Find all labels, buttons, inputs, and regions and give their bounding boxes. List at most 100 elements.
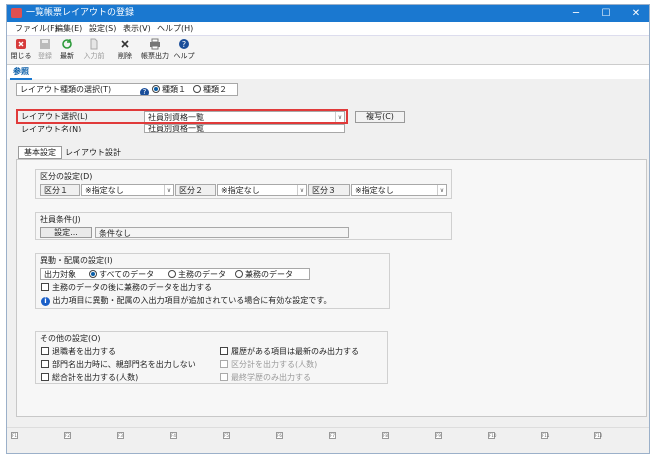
- help-icon: ?: [179, 39, 189, 49]
- report-output-tool-label: 帳票出力: [141, 52, 169, 60]
- checkbox-icon: [41, 360, 49, 368]
- f10-key[interactable]: F10: [488, 432, 496, 439]
- checkbox-disabled-icon: [220, 360, 228, 368]
- save-icon: [40, 39, 50, 49]
- tab-strip: 参照: [7, 65, 649, 80]
- settings-panel: 区分の設定(D) 区分１ ※指定なし ∨ 区分２ ※指定なし ∨ 区分３ ※指定なし…: [16, 159, 647, 417]
- menu-file[interactable]: ファイル(F): [15, 24, 58, 34]
- delete-tool-button[interactable]: 削除: [115, 37, 135, 64]
- printer-icon: [150, 38, 160, 50]
- radio-concurrent-data[interactable]: 兼務のデータ: [235, 269, 293, 279]
- input-prev-tool-button[interactable]: 入力前: [81, 37, 107, 64]
- transfer-group: 異動・配属の設定(I) 出力対象 すべてのデータ 主務のデータ 兼務のデータ 主…: [35, 253, 390, 309]
- layout-type-option-2[interactable]: 種類２: [193, 84, 227, 95]
- transfer-title: 異動・配属の設定(I): [40, 256, 113, 265]
- refresh-icon: [62, 39, 72, 49]
- layout-type-row: レイアウト種類の選択(T) ? 種類１ 種類２: [16, 83, 238, 96]
- delete-icon: [121, 40, 129, 48]
- f8-key[interactable]: F8: [382, 432, 389, 439]
- radio-selected-icon: [152, 85, 160, 93]
- info-icon: i: [41, 297, 50, 306]
- minimize-button[interactable]: ─: [561, 5, 591, 22]
- f9-key[interactable]: F9: [435, 432, 442, 439]
- checkbox-icon: [41, 347, 49, 355]
- output-target-row: 出力対象 すべてのデータ 主務のデータ 兼務のデータ: [40, 268, 310, 280]
- no-parent-dept-checkbox[interactable]: 部門名出力時に、親部門名を出力しない: [41, 359, 196, 370]
- chevron-down-icon: ∨: [437, 185, 446, 195]
- f3-key[interactable]: F3: [117, 432, 124, 439]
- input-prev-tool-label: 入力前: [83, 52, 105, 60]
- employee-condition-title: 社員条件(J): [40, 215, 81, 224]
- tab-layout-design[interactable]: レイアウト設計: [65, 147, 121, 158]
- f4-key[interactable]: F4: [170, 432, 177, 439]
- category-1-label: 区分１: [40, 184, 80, 196]
- chevron-down-icon: ∨: [164, 185, 173, 195]
- f5-key[interactable]: F5: [223, 432, 230, 439]
- category-2-value: ※指定なし: [221, 186, 260, 195]
- document-icon: [90, 38, 98, 50]
- layout-type-option-1[interactable]: 種類１: [152, 84, 186, 95]
- svg-text:?: ?: [182, 40, 186, 49]
- category-3-select[interactable]: ※指定なし ∨: [351, 184, 447, 196]
- menu-bar: ファイル(F) 編集(E) 設定(S) 表示(V) ヘルプ(H): [7, 22, 649, 36]
- delete-tool-label: 削除: [118, 52, 132, 60]
- radio-selected-icon: [89, 270, 97, 278]
- close-window-button[interactable]: ✕: [621, 5, 649, 22]
- refresh-tool-label: 最新: [60, 52, 74, 60]
- menu-help[interactable]: ヘルプ(H): [157, 24, 193, 34]
- transfer-info-note: i 出力項目に異動・配属の入出力項目が追加されている場合に有効な設定です。: [41, 295, 332, 306]
- output-target-label: 出力対象: [44, 270, 76, 279]
- category-title: 区分の設定(D): [40, 172, 93, 181]
- f11-key[interactable]: F11: [541, 432, 549, 439]
- f6-key[interactable]: F6: [276, 432, 283, 439]
- radio-main-data[interactable]: 主務のデータ: [168, 269, 226, 279]
- toolbar: 閉じる 登録 最新 入力前 削除 帳票出力 ? ヘルプ: [7, 36, 649, 65]
- employee-condition-settings-button[interactable]: 設定...: [40, 227, 92, 238]
- help-tool-button[interactable]: ? ヘルプ: [173, 37, 195, 64]
- other-settings-group: その他の設定(O) 退職者を出力する 部門名出力時に、親部門名を出力しない 総合…: [35, 331, 388, 384]
- concurrent-after-main-checkbox[interactable]: 主務のデータの後に兼務のデータを出力する: [41, 282, 212, 293]
- f2-key[interactable]: F2: [64, 432, 71, 439]
- close-tool-label: 閉じる: [10, 52, 32, 60]
- layout-type-help-icon[interactable]: ?: [140, 85, 149, 95]
- menu-view[interactable]: 表示(V): [123, 24, 151, 34]
- category-total-checkbox[interactable]: 区分計を出力する(人数): [220, 359, 317, 370]
- latest-history-checkbox[interactable]: 履歴がある項目は最新のみ出力する: [220, 346, 359, 357]
- employee-condition-group: 社員条件(J) 設定... 条件なし: [35, 212, 452, 240]
- layout-type-label: レイアウト種類の選択(T): [20, 85, 112, 94]
- layout-name-input[interactable]: 社員別資格一覧: [144, 124, 345, 133]
- title-bar: 一覧帳票レイアウトの登録 ─ ☐ ✕: [7, 5, 649, 22]
- f1-key[interactable]: F1: [11, 432, 18, 439]
- tab-basic-settings[interactable]: 基本設定: [18, 146, 62, 159]
- register-tool-label: 登録: [38, 52, 52, 60]
- grand-total-checkbox[interactable]: 総合計を出力する(人数): [41, 372, 138, 383]
- close-tool-button[interactable]: 閉じる: [9, 37, 33, 64]
- tab-reference[interactable]: 参照: [10, 66, 32, 80]
- help-tool-label: ヘルプ: [173, 52, 195, 60]
- maximize-button[interactable]: ☐: [591, 5, 621, 22]
- f7-key[interactable]: F7: [329, 432, 336, 439]
- radio-all-data[interactable]: すべてのデータ: [89, 269, 154, 279]
- category-group: 区分の設定(D) 区分１ ※指定なし ∨ 区分２ ※指定なし ∨ 区分３ ※指定なし…: [35, 169, 452, 199]
- checkbox-icon: [220, 347, 228, 355]
- category-1-select[interactable]: ※指定なし ∨: [81, 184, 174, 196]
- register-tool-button[interactable]: 登録: [35, 37, 55, 64]
- refresh-tool-button[interactable]: 最新: [57, 37, 77, 64]
- other-settings-title: その他の設定(O): [40, 334, 101, 343]
- final-education-checkbox[interactable]: 最終学歴のみ出力する: [220, 372, 311, 383]
- copy-button[interactable]: 複写(C): [355, 111, 405, 123]
- menu-edit[interactable]: 編集(E): [55, 24, 82, 34]
- checkbox-disabled-icon: [220, 373, 228, 381]
- radio-icon: [168, 270, 176, 278]
- checkbox-icon: [41, 283, 49, 291]
- category-2-select[interactable]: ※指定なし ∨: [217, 184, 307, 196]
- report-output-tool-button[interactable]: 帳票出力: [139, 37, 171, 64]
- radio-icon: [193, 85, 201, 93]
- menu-settings[interactable]: 設定(S): [89, 24, 116, 34]
- app-icon: [11, 8, 22, 18]
- radio-icon: [235, 270, 243, 278]
- f12-key[interactable]: F12: [594, 432, 602, 439]
- close-red-icon: [16, 39, 26, 49]
- checkbox-icon: [41, 373, 49, 381]
- include-retirees-checkbox[interactable]: 退職者を出力する: [41, 346, 116, 357]
